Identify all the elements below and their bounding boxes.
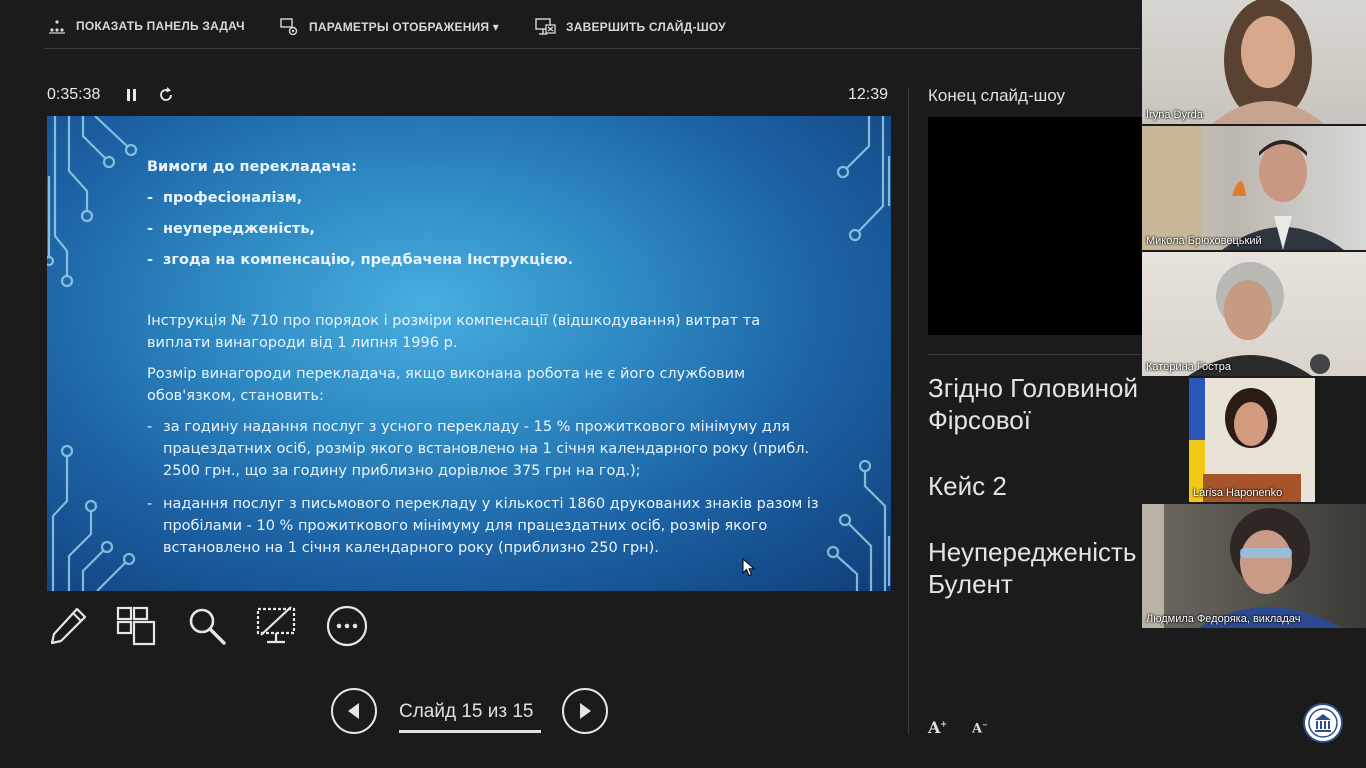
bullet-dash: - xyxy=(147,221,154,237)
participant-avatar xyxy=(1212,0,1324,124)
screen-off-icon xyxy=(256,606,296,644)
taskbar-icon xyxy=(49,20,65,34)
participant-name: Людмила Федоряка, викладач xyxy=(1146,613,1301,625)
note-line: Неупередженість Булент xyxy=(928,537,1137,599)
zoom-icon xyxy=(189,608,226,645)
requirements-title: Вимоги до перекладача: xyxy=(147,159,357,175)
current-slide[interactable]: Вимоги до перекладача: - професіоналізм, … xyxy=(47,116,891,591)
previous-arrow-icon xyxy=(348,703,359,719)
increase-font-icon: A xyxy=(928,718,941,737)
participant-video[interactable]: Микола Брюховецький xyxy=(1142,126,1366,250)
requirement-text: неупередженість, xyxy=(163,221,316,237)
requirement-text: професіоналізм, xyxy=(163,190,303,206)
display-settings-icon xyxy=(280,18,298,36)
see-all-slides-button[interactable] xyxy=(115,605,157,647)
next-slide-button[interactable] xyxy=(562,688,608,734)
zoom-button[interactable] xyxy=(186,605,228,647)
restart-icon xyxy=(160,87,172,101)
note-line: Кейс 2 xyxy=(928,471,1007,501)
pause-icon xyxy=(127,89,136,101)
participant-video[interactable]: Iryna Dyrda xyxy=(1142,0,1366,124)
fee-intro-paragraph: Розмір винагороди перекладача, якщо вико… xyxy=(147,366,746,404)
decrease-font-button[interactable]: A− xyxy=(972,720,988,736)
black-screen-button[interactable] xyxy=(255,605,297,647)
increase-font-button[interactable]: A+ xyxy=(928,718,947,737)
bullet-dash: - xyxy=(147,496,153,512)
pen-tool-button[interactable] xyxy=(47,605,89,647)
requirement-item: - згода на компенсацію, предбачена Інстру… xyxy=(147,249,573,271)
decrease-font-icon: A xyxy=(972,721,983,737)
slides-grid-icon xyxy=(116,606,156,646)
requirement-item: - професіоналізм, xyxy=(147,187,302,209)
participant-name: Larisa Haponenko xyxy=(1193,487,1283,499)
toolbar-divider xyxy=(44,48,1140,49)
next-slide-label: Конец слайд-шоу xyxy=(928,86,1066,105)
show-taskbar-button[interactable]: ПОКАЗАТЬ ПАНЕЛЬ ЗАДАЧ xyxy=(47,18,245,34)
participant-video[interactable]: Катерина Гостра xyxy=(1142,252,1366,376)
institution-logo xyxy=(1303,703,1343,743)
presenter-toolbar: ПОКАЗАТЬ ПАНЕЛЬ ЗАДАЧ ПАРАМЕТРЫ ОТОБРАЖЕ… xyxy=(0,0,1140,50)
participant-avatar xyxy=(1188,262,1330,376)
bullet-dash: - xyxy=(147,419,153,435)
elapsed-timer: 0:35:38 xyxy=(47,86,101,103)
mouse-cursor-icon xyxy=(742,558,756,577)
show-taskbar-label: ПОКАЗАТЬ ПАНЕЛЬ ЗАДАЧ xyxy=(76,19,245,33)
note-line: Згідно Головиной Фірсової xyxy=(928,373,1139,435)
fee-text: надання послуг з письмового перекладу у … xyxy=(163,496,819,556)
notes-divider xyxy=(928,354,1142,355)
requirement-text: згода на компенсацію, предбачена Інструк… xyxy=(163,252,574,268)
institution-logo-icon xyxy=(1308,708,1338,738)
display-settings-button[interactable]: ПАРАМЕТРЫ ОТОБРАЖЕНИЯ ▾ xyxy=(280,18,499,36)
slide-progress-bar xyxy=(399,730,541,733)
display-settings-label: ПАРАМЕТРЫ ОТОБРАЖЕНИЯ ▾ xyxy=(309,20,499,34)
instruction-paragraph: Інструкція № 710 про порядок і розміри к… xyxy=(147,313,761,351)
participant-name: Микола Брюховецький xyxy=(1146,235,1262,247)
participant-video[interactable]: Larisa Haponenko xyxy=(1189,378,1315,502)
more-options-button[interactable] xyxy=(326,605,368,647)
fee-item: - за годину надання послуг з усного перек… xyxy=(147,416,827,482)
participant-name: Катерина Гостра xyxy=(1146,361,1231,373)
speaker-notes[interactable]: Згідно Головиной Фірсової Кейс 2 Неупере… xyxy=(928,372,1142,634)
bullet-dash: - xyxy=(147,252,154,268)
end-slideshow-button[interactable]: ЗАВЕРШИТЬ СЛАЙД-ШОУ xyxy=(535,18,726,36)
restart-timer-button[interactable] xyxy=(156,85,176,105)
next-slide-preview[interactable] xyxy=(928,117,1142,335)
end-slideshow-label: ЗАВЕРШИТЬ СЛАЙД-ШОУ xyxy=(566,20,726,34)
previous-slide-button[interactable] xyxy=(331,688,377,734)
slide-counter[interactable]: Слайд 15 из 15 xyxy=(399,701,534,723)
more-options-icon xyxy=(326,605,368,647)
end-show-icon xyxy=(535,18,556,35)
participant-avatar xyxy=(1142,504,1342,628)
panel-divider xyxy=(908,88,909,734)
next-arrow-icon xyxy=(580,703,591,719)
pause-timer-button[interactable] xyxy=(122,85,142,105)
bullet-dash: - xyxy=(147,190,154,206)
fee-item: - надання послуг з письмового перекладу у… xyxy=(147,493,827,559)
participant-name: Iryna Dyrda xyxy=(1146,109,1203,121)
participant-avatar xyxy=(1189,378,1301,502)
requirement-item: - неупередженість, xyxy=(147,218,315,240)
current-time: 12:39 xyxy=(848,86,889,103)
fee-text: за годину надання послуг з усного перекл… xyxy=(163,419,810,479)
participant-avatar xyxy=(1142,126,1344,250)
pen-icon xyxy=(50,607,87,645)
participant-video[interactable]: Людмила Федоряка, викладач xyxy=(1142,504,1366,628)
